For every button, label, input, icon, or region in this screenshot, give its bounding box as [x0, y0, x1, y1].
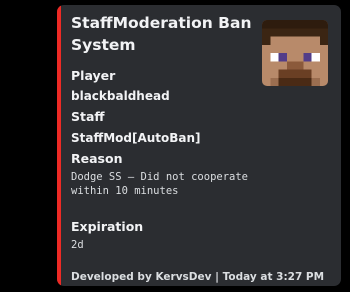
embed-title: StaffModeration Ban System — [71, 14, 252, 54]
field-expiration-label: Expiration — [71, 219, 144, 234]
field-expiration-value: 2d — [71, 239, 84, 251]
field-player-label: Player — [71, 68, 116, 83]
embed-footer: Developed by KervsDev | Today at 3:27 PM — [71, 271, 325, 283]
field-reason-value: Dodge SS — Did not cooperate within 10 m… — [71, 171, 249, 197]
field-player-value: blackbaldhead — [71, 89, 170, 103]
embed-accent-bar — [57, 5, 61, 286]
ban-embed: StaffModeration Ban System Player blackb… — [57, 5, 341, 286]
field-staff-label: Staff — [71, 109, 105, 124]
field-staff-value: StaffMod[AutoBan] — [71, 131, 201, 145]
steve-head-graphic — [262, 20, 328, 86]
steve-head-icon[interactable] — [262, 20, 328, 86]
field-reason-label: Reason — [71, 151, 123, 166]
